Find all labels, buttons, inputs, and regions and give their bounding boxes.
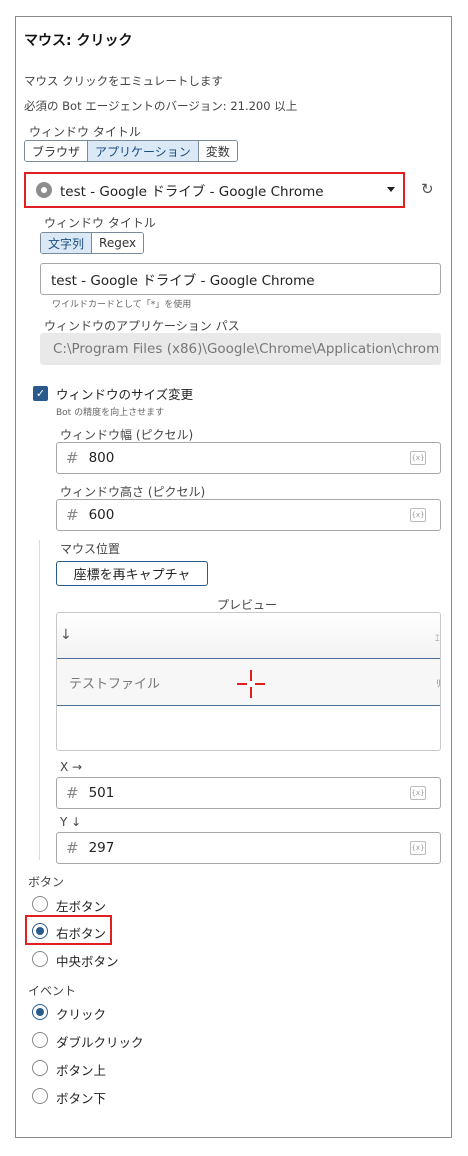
resize-checkbox[interactable]: ✓: [33, 386, 48, 401]
page-title: マウス: クリック: [24, 33, 133, 49]
height-value: 600: [88, 507, 115, 523]
variable-icon[interactable]: {x}: [410, 841, 426, 855]
number-icon: #: [66, 506, 79, 524]
match-tabs: 文字列 Regex: [40, 232, 145, 254]
recapture-button[interactable]: 座標を再キャプチャ: [56, 561, 208, 586]
tab-regex[interactable]: Regex: [92, 233, 144, 253]
source-tabs: ブラウザ アプリケーション 変数: [24, 140, 238, 162]
app-path-input[interactable]: C:\Program Files (x86)\Google\Chrome\App…: [40, 333, 441, 365]
number-icon: #: [66, 449, 79, 467]
window-select-dropdown[interactable]: test - Google ドライブ - Google Chrome: [24, 172, 405, 208]
wildcard-hint: ワイルドカードとして「*」を使用: [52, 300, 192, 310]
x-input[interactable]: # 501 {x}: [56, 777, 441, 809]
radio-double-click-label[interactable]: ダブルクリック: [56, 1032, 144, 1051]
width-input[interactable]: # 800 {x}: [56, 442, 441, 474]
y-input[interactable]: # 297 {x}: [56, 832, 441, 864]
variable-icon[interactable]: {x}: [410, 508, 426, 522]
radio-right-button[interactable]: [32, 923, 48, 939]
width-value: 800: [88, 450, 115, 466]
radio-button-up[interactable]: [32, 1060, 48, 1076]
preview-label: プレビュー: [217, 598, 278, 612]
height-label: ウィンドウ高さ (ピクセル): [60, 485, 206, 499]
arrow-down-icon: ↓: [60, 627, 72, 643]
resize-hint: Bot の精度を向上させます: [56, 408, 165, 418]
tab-variable[interactable]: 変数: [198, 141, 237, 161]
sub-window-title-label: ウィンドウ タイトル: [44, 216, 156, 230]
radio-left-button-label[interactable]: 左ボタン: [56, 896, 106, 915]
y-label: Y ↓: [60, 815, 82, 829]
resize-checkbox-label: ウィンドウのサイズ変更: [56, 387, 194, 402]
radio-left-button[interactable]: [32, 896, 48, 912]
tab-string[interactable]: 文字列: [41, 233, 93, 253]
x-label: X →: [60, 760, 83, 774]
app-path-label: ウィンドウのアプリケーション パス: [44, 319, 240, 333]
app-path-value: C:\Program Files (x86)\Google\Chrome\App…: [53, 341, 441, 357]
window-title-input-value: test - Google ドライブ - Google Chrome: [51, 273, 315, 289]
preview-row-text: テストファイル: [69, 677, 161, 692]
event-radio-group: クリック ダブルクリック ボタン上 ボタン下: [24, 1003, 384, 1113]
x-value: 501: [88, 785, 115, 801]
requirement-text: 必須の Bot エージェントのバージョン: 21.200 以上: [24, 99, 298, 113]
button-group-label: ボタン: [28, 875, 65, 889]
event-group-label: イベント: [28, 984, 77, 998]
preview-box: ↓ ｴ テストファイル ﾘ: [56, 612, 441, 751]
button-radio-group: 左ボタン 右ボタン 中央ボタン: [24, 893, 384, 970]
chevron-down-icon: [387, 187, 395, 192]
radio-button-up-label[interactable]: ボタン上: [56, 1060, 106, 1079]
window-select-value: test - Google ドライブ - Google Chrome: [60, 184, 324, 200]
radio-middle-button-label[interactable]: 中央ボタン: [56, 951, 119, 970]
tab-application[interactable]: アプリケーション: [88, 141, 199, 161]
resize-checkbox-row[interactable]: ✓ ウィンドウのサイズ変更: [33, 384, 193, 403]
section-divider: [39, 540, 40, 860]
number-icon: #: [66, 839, 79, 857]
crosshair-center: [247, 681, 255, 687]
y-value: 297: [88, 840, 115, 856]
chrome-icon: [36, 182, 52, 198]
radio-middle-button[interactable]: [32, 951, 48, 967]
preview-edge-text: ｴ: [435, 634, 440, 644]
radio-right-button-label[interactable]: 右ボタン: [56, 923, 106, 942]
description-text: マウス クリックをエミュレートします: [24, 74, 223, 88]
tab-browser[interactable]: ブラウザ: [25, 141, 89, 161]
radio-click-label[interactable]: クリック: [56, 1004, 106, 1023]
variable-icon[interactable]: {x}: [410, 451, 426, 465]
preview-header: [57, 613, 440, 659]
radio-double-click[interactable]: [32, 1032, 48, 1048]
window-title-input[interactable]: test - Google ドライブ - Google Chrome: [40, 263, 441, 295]
radio-button-down[interactable]: [32, 1088, 48, 1104]
height-input[interactable]: # 600 {x}: [56, 499, 441, 531]
window-title-label: ウィンドウ タイトル: [29, 125, 141, 139]
radio-button-down-label[interactable]: ボタン下: [56, 1088, 106, 1107]
refresh-icon[interactable]: ↻: [421, 180, 434, 198]
radio-click[interactable]: [32, 1004, 48, 1020]
preview-edge-text: ﾘ: [436, 679, 441, 690]
number-icon: #: [66, 784, 79, 802]
variable-icon[interactable]: {x}: [410, 786, 426, 800]
width-label: ウィンドウ幅 (ピクセル): [60, 428, 194, 442]
mouse-position-label: マウス位置: [60, 542, 121, 556]
preview-divider: [57, 705, 440, 706]
